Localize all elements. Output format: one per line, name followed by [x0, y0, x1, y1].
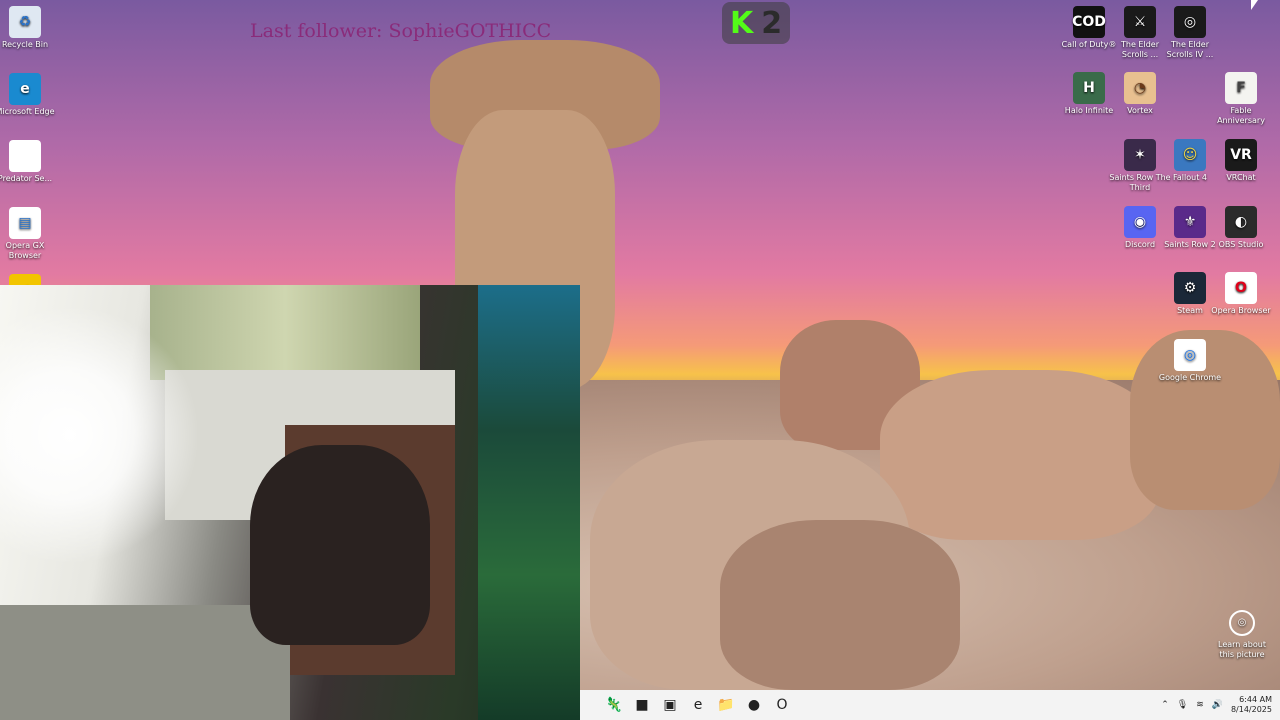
edge-icon[interactable]: e: [684, 690, 712, 720]
desktop-shortcut-label: The Elder Scrolls IV ...: [1166, 40, 1214, 59]
desktop-shortcut-label: Halo Infinite: [1064, 106, 1114, 115]
desktop-shortcut-label: Saints Row 2: [1164, 240, 1216, 249]
saints-row-third-icon: ✶: [1124, 139, 1156, 171]
call-of-duty-icon: COD: [1072, 6, 1106, 38]
file-explorer-icon[interactable]: 📁: [712, 690, 740, 720]
wallpaper-rock: [720, 520, 960, 690]
file-icon: [9, 140, 41, 172]
kick-logo-icon: K: [729, 5, 754, 41]
opera-gx-icon: ▤: [9, 207, 41, 239]
taskbar-apps: 🦎 ■ ▣ e 📁 ● O: [600, 690, 796, 720]
obs-studio-icon: ◐: [1225, 206, 1257, 238]
desktop-shortcut-label: Vortex: [1127, 106, 1153, 115]
desktop-shortcut[interactable]: ◔ Vortex: [1108, 72, 1172, 116]
desktop-shortcut[interactable]: VR VRChat: [1209, 139, 1273, 183]
wallpaper-rock: [880, 370, 1160, 540]
halo-infinite-icon: H: [1073, 72, 1105, 104]
vortex-icon: ◔: [1124, 72, 1156, 104]
store-icon[interactable]: ▣: [656, 690, 684, 720]
desktop-shortcut[interactable]: F Fable Anniversary: [1209, 72, 1273, 126]
desktop-shortcut[interactable]: ◐ OBS Studio: [1209, 206, 1273, 250]
last-follower-label: Last follower: SophieGOTHICC: [250, 20, 552, 42]
clock-time: 6:44 AM: [1239, 695, 1272, 704]
desktop-shortcut[interactable]: ◎ Google Chrome: [1158, 339, 1222, 383]
webcam-bed: [0, 605, 290, 720]
wifi-icon[interactable]: ≋: [1196, 700, 1204, 710]
desktop-shortcut[interactable]: ▤ Opera GX Browser: [0, 207, 57, 261]
desktop-shortcut-label: Predator Se...: [0, 174, 53, 183]
desktop-shortcut-label: Recycle Bin: [1, 40, 49, 49]
task-view-icon[interactable]: ■: [628, 690, 656, 720]
recycle-bin-icon: ♻: [9, 6, 41, 38]
saints-row-2-icon: ⚜: [1174, 206, 1206, 238]
webcam-side-tapestry: [478, 285, 580, 720]
microphone-icon[interactable]: 🎙: [1177, 700, 1188, 710]
volume-icon[interactable]: 🔊: [1212, 700, 1223, 710]
webcam-person: [250, 445, 430, 645]
webcam-feed: [0, 285, 580, 720]
elder-scrolls-skyrim-icon: ⚔: [1124, 6, 1156, 38]
clock-date: 8/14/2025: [1230, 705, 1272, 714]
chevron-up-icon[interactable]: ⌃: [1161, 700, 1169, 710]
desktop-shortcut[interactable]: ◎ The Elder Scrolls IV ...: [1158, 6, 1222, 60]
desktop-shortcut[interactable]: O Opera Browser: [1209, 272, 1273, 316]
opera-icon: O: [1225, 272, 1257, 304]
desktop-shortcut-label: Opera GX Browser: [5, 241, 45, 260]
kick-badge-number: 2: [761, 5, 783, 41]
desktop-shortcut-label: Fallout 4: [1173, 173, 1207, 182]
learn-about-picture[interactable]: ◎ Learn about this picture: [1214, 610, 1270, 660]
system-tray: ⌃ 🎙 ≋ 🔊 6:44 AM 8/14/2025: [1161, 690, 1272, 720]
obs-icon[interactable]: ●: [740, 690, 768, 720]
fable-icon: F: [1225, 72, 1257, 104]
kick-badge: K 2: [722, 2, 790, 44]
edge-icon: e: [9, 73, 41, 105]
steam-icon: ⚙: [1174, 272, 1206, 304]
desktop-shortcut-label: OBS Studio: [1218, 240, 1264, 249]
opera-icon[interactable]: O: [768, 690, 796, 720]
desktop-shortcut-label: Fable Anniversary: [1217, 106, 1265, 125]
app-icon[interactable]: 🦎: [600, 690, 628, 720]
desktop-shortcut-label: Microsoft Edge: [0, 107, 55, 116]
webcam-tapestry: [150, 285, 420, 380]
desktop-shortcut-label: Opera Browser: [1211, 306, 1271, 315]
taskbar: 🦎 ■ ▣ e 📁 ● O ⌃ 🎙 ≋ 🔊 6:44 AM 8/14/2025: [580, 690, 1280, 720]
chrome-icon: ◎: [1174, 339, 1206, 371]
learn-label: Learn about this picture: [1218, 640, 1266, 659]
desktop-shortcut-label: VRChat: [1226, 173, 1256, 182]
discord-icon: ◉: [1124, 206, 1156, 238]
elder-scrolls-oblivion-icon: ◎: [1174, 6, 1206, 38]
camera-icon: ◎: [1229, 610, 1255, 636]
desktop-shortcut[interactable]: e Microsoft Edge: [0, 73, 57, 117]
mouse-cursor-icon: [1251, 0, 1258, 10]
desktop-shortcut[interactable]: ♻ Recycle Bin: [0, 6, 57, 50]
clock[interactable]: 6:44 AM 8/14/2025: [1231, 695, 1272, 715]
desktop-shortcut-label: Google Chrome: [1158, 373, 1222, 382]
desktop-shortcut[interactable]: Predator Se...: [0, 140, 57, 184]
desktop-shortcut-label: Steam: [1177, 306, 1203, 315]
desktop-shortcut-label: Discord: [1124, 240, 1156, 249]
fallout-4-icon: ☺: [1174, 139, 1206, 171]
vrchat-icon: VR: [1225, 139, 1257, 171]
